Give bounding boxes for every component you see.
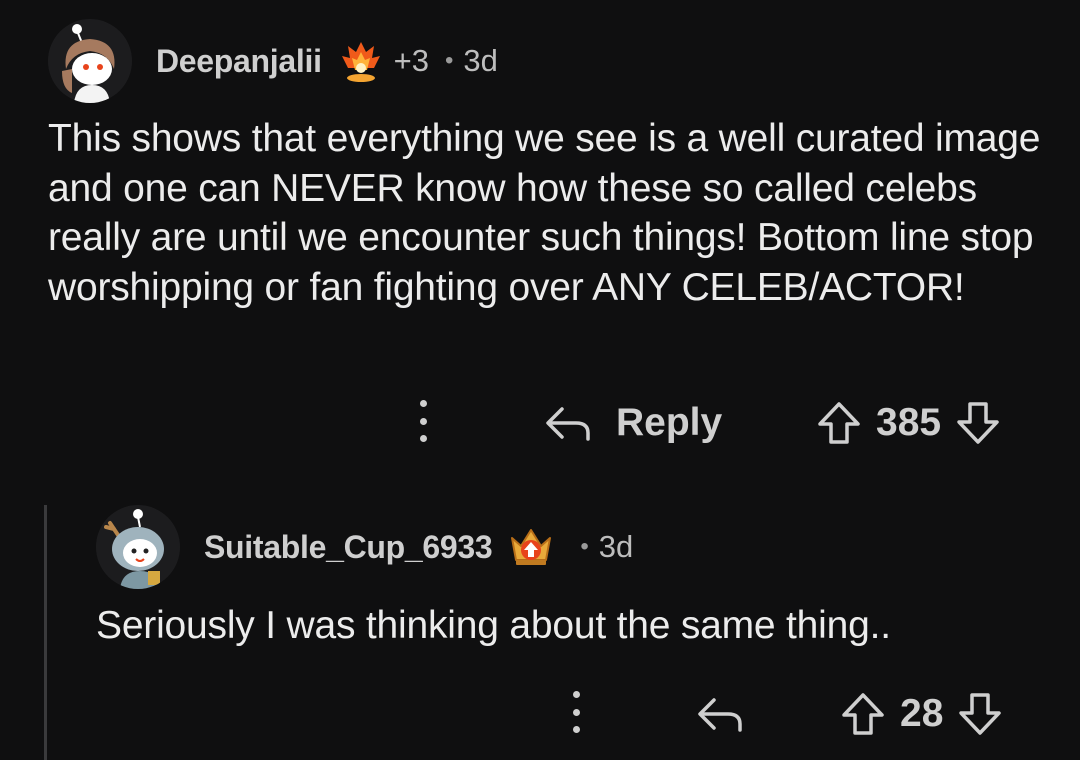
reply-arrow-icon bbox=[696, 694, 744, 734]
timestamp: 3d bbox=[463, 43, 498, 78]
avatar[interactable] bbox=[96, 505, 180, 589]
upvote-arrow-icon[interactable] bbox=[840, 691, 886, 737]
reply-button[interactable] bbox=[696, 690, 744, 738]
upvote-crown-award-icon[interactable] bbox=[508, 524, 554, 570]
timestamp: 3d bbox=[598, 529, 634, 564]
comment-header: Deepanjalii +3 • 3d bbox=[48, 18, 498, 104]
vote-score: 28 bbox=[900, 692, 944, 735]
upvote-arrow-icon[interactable] bbox=[816, 400, 862, 446]
username[interactable]: Suitable_Cup_6933 bbox=[204, 529, 493, 566]
downvote-arrow-icon[interactable] bbox=[955, 400, 1001, 446]
award-count: +3 bbox=[393, 43, 430, 78]
reply-button[interactable]: Reply bbox=[544, 398, 722, 448]
reply-comment-body: Seriously I was thinking about the same … bbox=[96, 604, 891, 647]
separator-dot: • bbox=[580, 533, 589, 560]
separator-dot: • bbox=[445, 47, 454, 74]
vote-controls: 28 bbox=[840, 690, 1003, 738]
username[interactable]: Deepanjalii bbox=[156, 43, 322, 80]
reply-comment-actions bbox=[571, 691, 581, 733]
fire-award-icon[interactable] bbox=[338, 38, 384, 84]
comment-actions bbox=[418, 400, 428, 442]
reply-comment-header: Suitable_Cup_6933 • 3d bbox=[96, 505, 633, 589]
vote-controls: 385 bbox=[816, 398, 1001, 448]
vote-score: 385 bbox=[876, 401, 942, 444]
thread-line[interactable] bbox=[44, 505, 47, 760]
kebab-icon[interactable] bbox=[418, 400, 428, 442]
kebab-icon[interactable] bbox=[571, 691, 581, 733]
comment-thread: Deepanjalii +3 • 3d This shows that ever… bbox=[0, 0, 1080, 760]
comment-body: This shows that everything we see is a w… bbox=[48, 117, 1041, 309]
reply-arrow-icon bbox=[544, 403, 592, 443]
downvote-arrow-icon[interactable] bbox=[957, 691, 1003, 737]
reply-label: Reply bbox=[616, 401, 723, 444]
avatar[interactable] bbox=[48, 19, 132, 103]
